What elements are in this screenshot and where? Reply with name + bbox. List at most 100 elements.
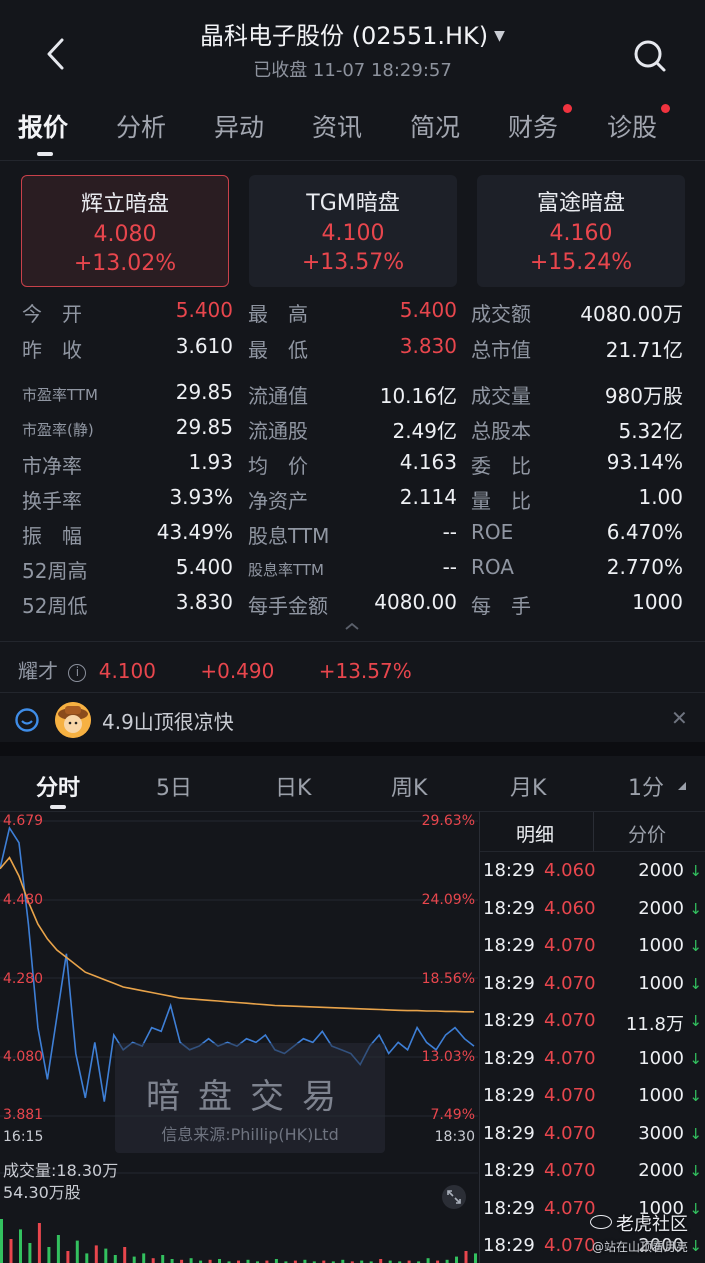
chart-tab-monthly[interactable]: 月K — [510, 770, 546, 802]
volume-bar — [218, 1259, 221, 1263]
volume-label: 成交量:18.30万 — [3, 1161, 119, 1180]
stat-label: ROE — [471, 520, 514, 544]
down-arrow-icon: ↓ — [689, 862, 702, 880]
volume-bar — [104, 1248, 108, 1263]
data-source: 信息来源:Phillip(HK)Ltd — [161, 1125, 339, 1144]
volume-bar — [56, 1235, 60, 1263]
tab-news[interactable]: 资讯 — [312, 108, 362, 144]
volume-bar — [142, 1253, 146, 1263]
trade-time: 18:29 — [483, 1235, 535, 1256]
chart-tab-5day[interactable]: 5日 — [156, 770, 192, 802]
info-icon[interactable]: i — [68, 664, 87, 682]
stat-label: 市净率 — [22, 454, 82, 478]
stat-label: ROA — [471, 555, 514, 579]
collapse-chevron-icon[interactable] — [340, 619, 364, 633]
stat-value: 4080.00万 — [580, 302, 683, 326]
notification-dot — [563, 104, 572, 113]
stat-label: 成交额 — [471, 302, 531, 326]
chart-tab-daily[interactable]: 日K — [275, 770, 311, 802]
tab-financials[interactable]: 财务 — [508, 108, 558, 144]
trade-price: 4.060 — [544, 860, 596, 881]
notification-dot — [661, 104, 670, 113]
search-icon[interactable] — [630, 36, 670, 76]
stat-label: 总市值 — [471, 338, 531, 362]
trade-row: 18:29 4.070 2000 ↓ — [480, 1153, 705, 1191]
ticker-text[interactable]: 4.9山顶很凉快 — [102, 706, 234, 735]
stat-label: 市盈率(静) — [22, 421, 94, 439]
trade-price: 4.060 — [544, 897, 596, 919]
stat-label: 流通股 — [248, 419, 308, 443]
expand-icon[interactable] — [441, 1184, 467, 1210]
broker-change: +0.490 — [200, 659, 275, 683]
trade-price: 4.070 — [544, 935, 596, 956]
card-price: 4.160 — [549, 221, 613, 246]
card-price: 4.080 — [93, 222, 157, 247]
down-arrow-icon: ↓ — [689, 1049, 702, 1068]
tab-diagnosis[interactable]: 诊股 — [607, 108, 657, 144]
down-arrow-icon: ↓ — [689, 1237, 702, 1255]
volume-bar — [274, 1259, 278, 1263]
stat-value: 3.830 — [399, 334, 457, 358]
tab-profile[interactable]: 简况 — [410, 108, 460, 144]
stat-label: 昨 收 — [22, 338, 82, 362]
stats-row: 市净率 1.93 均 价 4.163 委 比 93.14% — [0, 450, 705, 480]
card-name: 辉立暗盘 — [80, 192, 169, 217]
down-arrow-icon: ↓ — [689, 974, 702, 993]
watermark: 暗盘交易 — [146, 1077, 354, 1117]
y-axis-pct-label: 29.63% — [421, 813, 475, 829]
dark-pool-card-futu[interactable]: 富途暗盘 4.160 +15.24% — [477, 175, 685, 287]
down-arrow-icon: ↓ — [689, 937, 702, 955]
brand-logo-icon — [590, 1215, 612, 1229]
down-arrow-icon: ↓ — [689, 1087, 702, 1105]
trade-row: 18:29 4.070 11.8万 ↓ — [480, 1003, 705, 1041]
chart-tab-weekly[interactable]: 周K — [391, 770, 427, 802]
y-axis-label: 3.881 — [3, 1107, 44, 1123]
volume-bar — [85, 1253, 89, 1263]
trade-list-tabs: 明细 分价 — [480, 812, 705, 852]
card-name: 富途暗盘 — [536, 191, 625, 216]
average-price-line — [0, 856, 474, 1013]
down-arrow-icon: ↓ — [689, 1124, 702, 1143]
tab-quote[interactable]: 报价 — [18, 108, 68, 144]
tab-price-breakdown[interactable]: 分价 — [628, 820, 666, 847]
trade-price: 4.070 — [544, 1197, 596, 1219]
card-price: 4.100 — [321, 221, 385, 246]
tab-trade-detail[interactable]: 明细 — [516, 820, 554, 847]
volume-bar — [37, 1223, 41, 1263]
chart-tab-intraday[interactable]: 分时 — [36, 770, 80, 802]
trade-time: 18:29 — [483, 860, 535, 881]
tab-movement[interactable]: 异动 — [214, 108, 264, 144]
intraday-chart[interactable]: 4.679 4.480 4.280 4.080 3.881 29.63% 24.… — [0, 811, 478, 1263]
down-arrow-icon: ↓ — [689, 1199, 702, 1218]
stock-title[interactable]: 晶科电子股份 (02551.HK) ▼ — [0, 16, 705, 51]
divider — [0, 641, 705, 642]
dropdown-caret-icon: ▼ — [494, 28, 505, 44]
volume-bar — [151, 1258, 155, 1263]
stat-label: 最 高 — [248, 302, 308, 326]
tab-analysis[interactable]: 分析 — [116, 108, 166, 144]
chart-tab-1min[interactable]: 1分 — [628, 770, 664, 802]
stock-title-text: 晶科电子股份 (02551.HK) — [200, 22, 489, 50]
dark-pool-card-phillip[interactable]: 辉立暗盘 4.080 +13.02% — [21, 175, 229, 287]
avatar[interactable] — [55, 702, 91, 738]
down-arrow-icon: ↓ — [689, 1012, 702, 1030]
trade-price: 4.070 — [544, 1160, 596, 1181]
volume-bar — [47, 1247, 51, 1263]
stat-value: 6.470% — [606, 520, 683, 544]
volume-bar — [19, 1229, 22, 1263]
dark-pool-card-tgm[interactable]: TGM暗盘 4.100 +13.57% — [249, 175, 457, 287]
trade-volume: 1000 — [638, 1085, 684, 1106]
stat-value: -- — [442, 555, 457, 579]
close-icon[interactable]: ✕ — [671, 706, 688, 730]
trade-row: 18:29 4.070 1000 ↓ — [480, 1078, 705, 1116]
stat-value: -- — [442, 520, 457, 544]
stat-value: 5.400 — [399, 298, 457, 322]
volume-bar — [161, 1255, 165, 1263]
trade-time: 18:29 — [483, 897, 535, 919]
trade-price: 4.070 — [544, 1085, 596, 1106]
y-axis-pct-label: 7.49% — [430, 1107, 475, 1123]
trade-time: 18:29 — [483, 1160, 535, 1181]
stat-value: 3.830 — [175, 590, 233, 614]
stat-label: 52周高 — [22, 559, 88, 583]
trade-price: 4.070 — [544, 1047, 596, 1069]
